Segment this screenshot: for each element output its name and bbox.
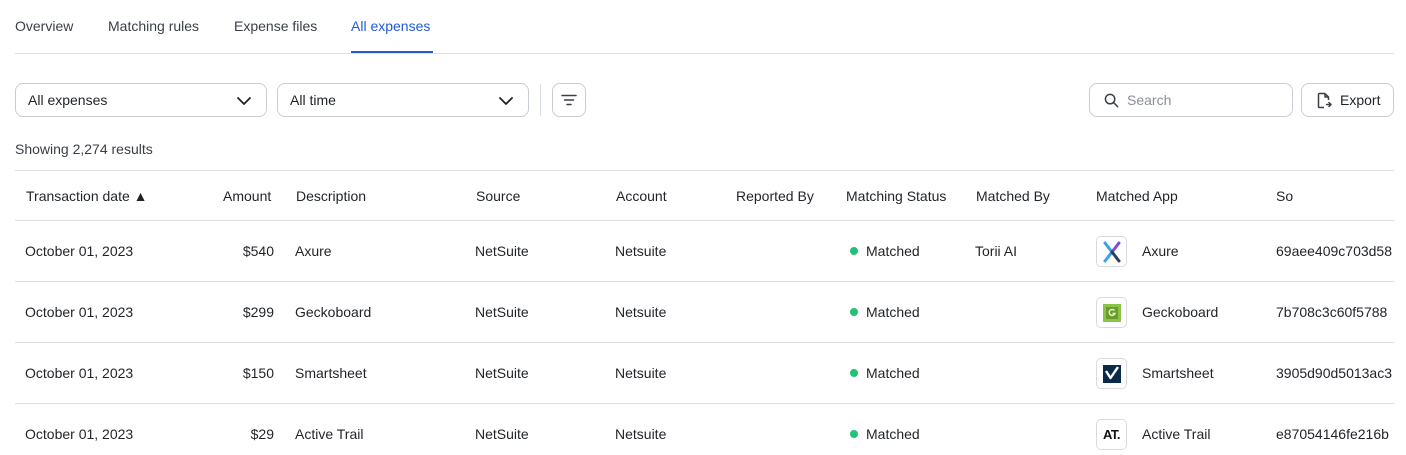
transaction-date: October 01, 2023	[25, 304, 134, 320]
chevron-down-icon	[499, 97, 513, 105]
source-id: 3905d90d5013ac3	[1276, 365, 1393, 381]
matched-app[interactable]: Smartsheet	[1142, 365, 1214, 381]
matching-status: Matched	[850, 365, 920, 381]
amount: $540	[242, 243, 274, 259]
source: NetSuite	[475, 426, 529, 442]
status-label: Matched	[866, 243, 920, 259]
toolbar: All expenses All time Export	[0, 83, 1406, 117]
axure-logo-icon	[1096, 236, 1127, 267]
column-header-reported-by[interactable]: Reported By	[736, 188, 814, 204]
column-header-source-id[interactable]: Source ID	[1276, 188, 1294, 204]
column-header-matching-status[interactable]: Matching Status	[846, 188, 946, 204]
source: NetSuite	[475, 243, 529, 259]
export-button[interactable]: Export	[1301, 83, 1394, 117]
table-row[interactable]: October 01, 2023 $540 Axure NetSuite Net…	[15, 221, 1394, 282]
transaction-date: October 01, 2023	[25, 365, 134, 381]
column-header-account[interactable]: Account	[616, 188, 667, 204]
geckoboard-logo-icon	[1096, 297, 1127, 328]
column-header-source[interactable]: Source	[476, 188, 520, 204]
column-header-matched-app[interactable]: Matched App	[1096, 188, 1178, 204]
status-label: Matched	[866, 426, 920, 442]
search-icon	[1104, 93, 1119, 107]
chevron-down-icon	[237, 97, 251, 105]
results-count: Showing 2,274 results	[15, 141, 153, 157]
time-range-value: All time	[290, 92, 336, 108]
time-range-select[interactable]: All time	[277, 83, 529, 117]
amount: $150	[242, 365, 274, 381]
tab-overview[interactable]: Overview	[15, 18, 73, 34]
account: Netsuite	[615, 243, 667, 259]
column-header-amount[interactable]: Amount	[223, 188, 271, 204]
matched-by: Torii AI	[975, 243, 1018, 259]
column-header-transaction-date[interactable]: Transaction date ▲	[26, 188, 148, 204]
transaction-date: October 01, 2023	[25, 243, 134, 259]
tab-expense-files[interactable]: Expense files	[234, 18, 317, 34]
export-label: Export	[1340, 92, 1381, 108]
expenses-table: Transaction date ▲ Amount Description So…	[15, 170, 1394, 455]
description: Smartsheet	[295, 365, 367, 381]
smartsheet-logo-icon	[1096, 358, 1127, 389]
amount: $29	[250, 426, 274, 442]
toolbar-divider	[540, 84, 541, 116]
description: Geckoboard	[295, 304, 372, 320]
status-dot-icon	[850, 308, 858, 317]
filter-button[interactable]	[552, 83, 586, 117]
table-row[interactable]: October 01, 2023 $29 Active Trail NetSui…	[15, 404, 1394, 455]
status-label: Matched	[866, 304, 920, 320]
matched-app[interactable]: Axure	[1142, 243, 1179, 259]
description: Axure	[295, 243, 332, 259]
matching-status: Matched	[850, 304, 920, 320]
source-id: 69aee409c703d58	[1276, 243, 1393, 259]
account: Netsuite	[615, 304, 667, 320]
transaction-date: October 01, 2023	[25, 426, 134, 442]
source: NetSuite	[475, 304, 529, 320]
filter-icon	[561, 94, 577, 106]
source-id: 7b708c3c60f5788	[1276, 304, 1388, 320]
table-row[interactable]: October 01, 2023 $150 Smartsheet NetSuit…	[15, 343, 1394, 404]
search-input[interactable]	[1127, 92, 1277, 108]
status-dot-icon	[850, 430, 858, 439]
tab-bar: Overview Matching rules Expense files Al…	[15, 0, 1394, 54]
search-box[interactable]	[1089, 83, 1293, 117]
column-header-matched-by[interactable]: Matched By	[976, 188, 1050, 204]
tab-all-expenses[interactable]: All expenses	[351, 18, 430, 34]
activetrail-logo-icon: AT.	[1096, 419, 1127, 450]
export-file-icon	[1317, 92, 1332, 108]
matching-status: Matched	[850, 243, 920, 259]
matching-status: Matched	[850, 426, 920, 442]
account: Netsuite	[615, 365, 667, 381]
matched-app[interactable]: Geckoboard	[1142, 304, 1218, 320]
amount: $299	[242, 304, 274, 320]
status-label: Matched	[866, 365, 920, 381]
table-header: Transaction date ▲ Amount Description So…	[15, 171, 1394, 221]
status-dot-icon	[850, 369, 858, 378]
matched-app[interactable]: Active Trail	[1142, 426, 1210, 442]
activetrail-logo-text: AT.	[1102, 427, 1121, 442]
description: Active Trail	[295, 426, 364, 442]
expense-type-value: All expenses	[28, 92, 108, 108]
account: Netsuite	[615, 426, 667, 442]
column-header-description[interactable]: Description	[296, 188, 366, 204]
source-id: e87054146fe216b	[1276, 426, 1389, 442]
table-row[interactable]: October 01, 2023 $299 Geckoboard NetSuit…	[15, 282, 1394, 343]
source: NetSuite	[475, 365, 529, 381]
tab-matching-rules[interactable]: Matching rules	[108, 18, 199, 34]
status-dot-icon	[850, 247, 858, 256]
active-tab-indicator	[351, 51, 433, 53]
expense-type-select[interactable]: All expenses	[15, 83, 267, 117]
